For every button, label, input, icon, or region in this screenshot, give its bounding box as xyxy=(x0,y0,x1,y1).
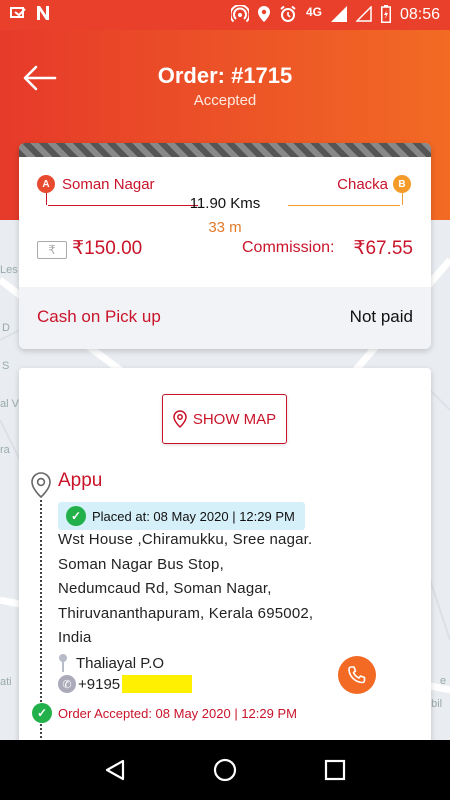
battery-icon xyxy=(380,4,391,26)
address-line: Thiruvananthapuram, Kerala 695002, xyxy=(58,604,314,622)
address-line: India xyxy=(58,629,92,646)
card-stripe xyxy=(19,143,431,157)
system-nav-bar xyxy=(0,740,450,800)
route-duration: 33 m xyxy=(208,219,242,236)
post-office: Thaliayal P.O xyxy=(76,654,165,672)
map-label: e xyxy=(440,675,447,687)
map-label: Les xyxy=(0,264,18,276)
redacted-phone xyxy=(122,675,193,693)
order-accepted-row: ✓ Order Accepted: 08 May 2020 | 12:29 PM xyxy=(32,703,297,723)
location-icon xyxy=(257,5,270,25)
square-recents-icon xyxy=(324,759,346,781)
payment-status: Not paid xyxy=(349,307,413,326)
map-pin-icon xyxy=(173,410,187,428)
network-type: 4G xyxy=(305,5,322,19)
payment-row: Cash on Pick up Not paid xyxy=(19,287,431,349)
map-label: S xyxy=(2,360,10,372)
hotspot-icon xyxy=(229,3,251,26)
netflix-icon xyxy=(36,5,50,25)
map-label: ati xyxy=(0,676,12,688)
route-distance: 11.90 Kms xyxy=(189,195,261,212)
check-circle-icon: ✓ xyxy=(66,506,86,526)
commission-label: Commission: xyxy=(242,239,335,256)
post-office-row: Thaliayal P.O xyxy=(58,653,164,673)
check-circle-icon: ✓ xyxy=(32,703,52,723)
address-line: Wst House ,Chiramukku, Sree nagar. xyxy=(58,531,313,548)
map-label: D xyxy=(2,322,10,334)
amount-row: ₹ ₹150.00 Commission: ₹67.55 xyxy=(19,237,431,287)
triangle-back-icon xyxy=(105,759,125,781)
nav-back-button[interactable] xyxy=(95,750,135,790)
placed-at-text: Placed at: 08 May 2020 | 12:29 PM xyxy=(92,508,295,524)
placed-at-badge: ✓ Placed at: 08 May 2020 | 12:29 PM xyxy=(58,502,305,530)
phone-call-icon xyxy=(348,666,366,684)
address-line: Soman Nagar Bus Stop, xyxy=(58,555,224,573)
payment-method: Cash on Pick up xyxy=(37,307,161,326)
address-line: Nedumcaud Rd, Soman Nagar, xyxy=(58,580,272,597)
cash-icon: ₹ xyxy=(37,241,67,259)
pickup-pin-icon: A xyxy=(37,175,55,193)
show-map-button[interactable]: SHOW MAP xyxy=(162,394,287,444)
pushpin-icon xyxy=(59,654,67,672)
alarm-icon xyxy=(279,5,297,26)
map-label: al V xyxy=(0,398,19,410)
drop-pin-icon: B xyxy=(393,175,411,193)
page-title: Order: #1715 xyxy=(157,63,293,88)
customer-name: Appu xyxy=(58,470,103,491)
show-map-label: SHOW MAP xyxy=(192,410,277,428)
phone-icon: ✆ xyxy=(58,675,76,693)
commission-value: ₹67.55 xyxy=(353,238,413,259)
order-amount: ₹150.00 xyxy=(72,238,143,259)
route-info: A Soman Nagar B Chacka 11.90 Kms 33 m xyxy=(19,157,431,237)
phone-number: +9195 xyxy=(78,675,121,693)
order-status: Accepted xyxy=(193,92,257,109)
order-details-card: SHOW MAP Appu ✓ Placed at: 08 May 2020 |… xyxy=(19,368,431,750)
status-bar: 4G 08:56 xyxy=(0,0,450,30)
signal-outline-icon xyxy=(355,4,372,25)
clock-time: 08:56 xyxy=(399,6,440,23)
app-notification-icon xyxy=(10,6,28,24)
map-label: ra xyxy=(0,444,10,456)
nav-recents-button[interactable] xyxy=(315,750,355,790)
delivery-address: Wst House ,Chiramukku, Sree nagar. Soman… xyxy=(58,528,358,651)
circle-home-icon xyxy=(213,758,237,782)
location-pin-icon xyxy=(31,472,51,502)
order-summary-card: A Soman Nagar B Chacka 11.90 Kms 33 m ₹ … xyxy=(19,143,431,349)
nav-home-button[interactable] xyxy=(205,750,245,790)
call-button[interactable] xyxy=(338,656,376,694)
phone-row: ✆ +9195 xyxy=(58,675,193,693)
pickup-location: Soman Nagar xyxy=(62,176,155,193)
drop-location: Chacka xyxy=(337,176,388,193)
signal-icon xyxy=(330,5,347,25)
order-accepted-text: Order Accepted: 08 May 2020 | 12:29 PM xyxy=(58,705,297,721)
